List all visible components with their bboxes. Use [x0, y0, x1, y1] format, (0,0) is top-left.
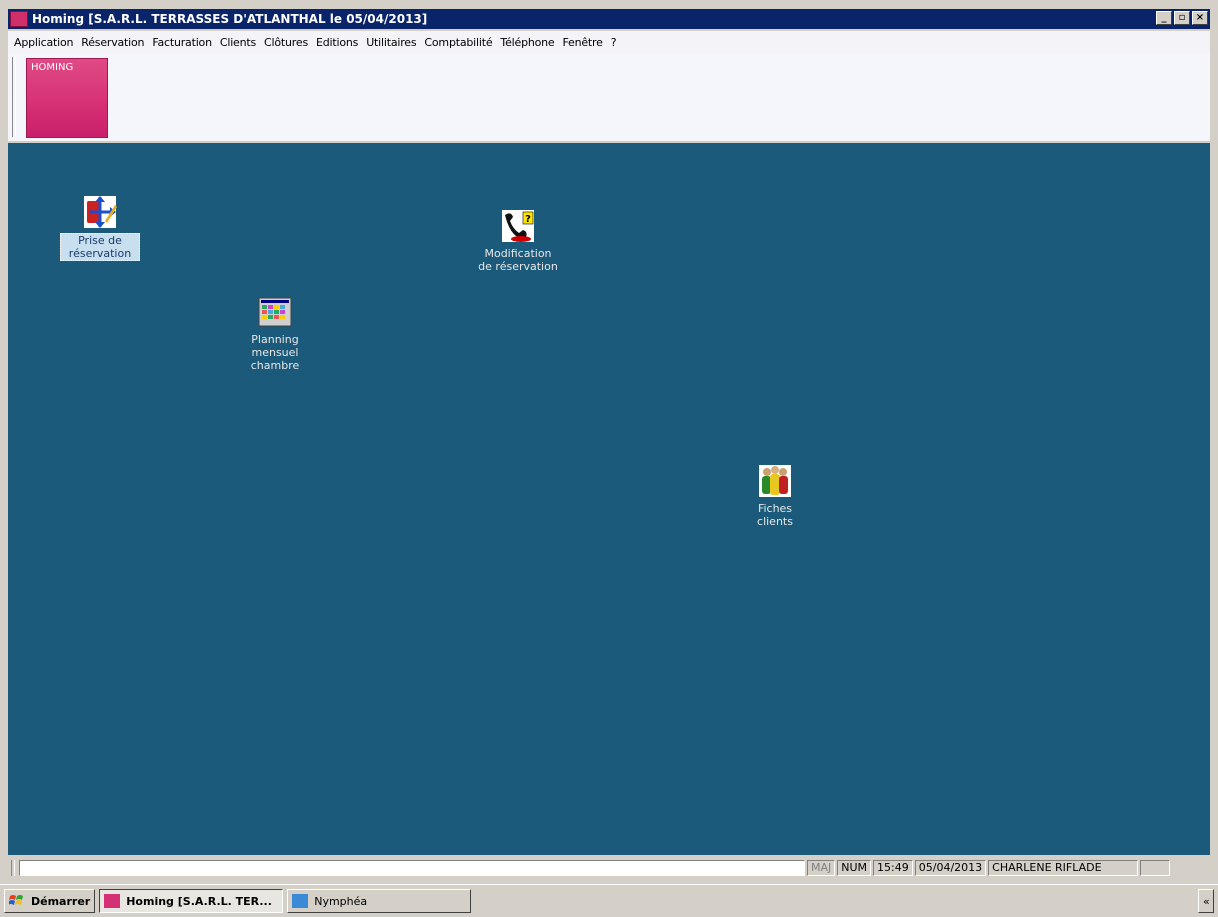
menu-application[interactable]: Application: [10, 36, 77, 49]
minimize-button[interactable]: _: [1156, 11, 1172, 25]
title-bar[interactable]: Homing [S.A.R.L. TERRASSES D'ATLANTHAL l…: [8, 9, 1210, 29]
status-date: 05/04/2013: [914, 860, 987, 876]
workspace: Prise de réservation ? Modification de r…: [8, 143, 1210, 855]
close-button[interactable]: ×: [1192, 11, 1208, 25]
menu-facturation[interactable]: Facturation: [148, 36, 216, 49]
planning-calendar-icon: [258, 297, 292, 327]
clients-label: Fiches clients: [757, 502, 793, 528]
taskbar: Démarrer Homing [S.A.R.L. TER... Nymphéa…: [0, 884, 1218, 917]
start-label: Démarrer: [31, 894, 91, 908]
status-grip: [11, 860, 15, 876]
menu-clotures[interactable]: Clôtures: [260, 36, 312, 49]
clients-people-icon: [759, 465, 791, 497]
tray-expand-label: «: [1203, 894, 1210, 908]
menu-fenetre[interactable]: Fenêtre: [559, 36, 607, 49]
status-bar: MAJ NUM 15:49 05/04/2013 CHARLENE RIFLAD…: [8, 857, 1210, 879]
menu-editions[interactable]: Editions: [312, 36, 362, 49]
app-icon: [10, 11, 28, 27]
status-extra-panel: [1140, 860, 1171, 876]
modification-label: Modification de réservation: [478, 247, 558, 273]
num-lock-indicator: NUM: [837, 860, 872, 876]
modification-reservation-shortcut[interactable]: ? Modification de réservation: [478, 209, 558, 273]
planning-mensuel-shortcut[interactable]: Planning mensuel chambre: [240, 295, 310, 372]
toolbar: HOMING: [8, 53, 1210, 142]
start-button[interactable]: Démarrer: [4, 889, 96, 913]
menu-reservation[interactable]: Réservation: [77, 36, 148, 49]
status-message-field: [19, 860, 805, 876]
reservation-icon: [84, 196, 117, 228]
window-title: Homing [S.A.R.L. TERRASSES D'ATLANTHAL l…: [32, 12, 428, 26]
task-nymphea[interactable]: Nymphéa: [287, 889, 472, 913]
prise-reservation-shortcut[interactable]: Prise de réservation: [60, 195, 140, 261]
telephone-question-icon: ?: [502, 210, 534, 242]
status-user: CHARLENE RIFLADE: [988, 860, 1139, 876]
menu-help[interactable]: ?: [607, 36, 621, 49]
status-time: 15:49: [873, 860, 913, 876]
task-nymphea-label: Nymphéa: [314, 894, 368, 908]
task-homing-label: Homing [S.A.R.L. TER...: [126, 894, 272, 908]
menu-utilitaires[interactable]: Utilitaires: [362, 36, 420, 49]
toolbar-grip[interactable]: [12, 57, 16, 137]
menu-telephone[interactable]: Téléphone: [496, 36, 558, 49]
reservation-label: Prise de réservation: [60, 233, 140, 261]
menu-bar: Application Réservation Facturation Clie…: [8, 31, 1210, 53]
restore-button[interactable]: ▫: [1174, 11, 1190, 25]
fiches-clients-shortcut[interactable]: Fiches clients: [745, 464, 805, 528]
planning-label: Planning mensuel chambre: [250, 333, 300, 372]
homing-tile-label: HOMING: [31, 62, 74, 73]
windows-logo-icon: [9, 895, 23, 905]
nymphea-task-icon: [292, 894, 309, 908]
homing-tile-button[interactable]: HOMING: [26, 58, 108, 138]
menu-clients[interactable]: Clients: [216, 36, 260, 49]
task-homing[interactable]: Homing [S.A.R.L. TER...: [99, 889, 284, 913]
caps-lock-indicator: MAJ: [807, 860, 836, 876]
homing-task-icon: [104, 894, 121, 908]
menu-comptabilite[interactable]: Comptabilité: [420, 36, 496, 49]
tray-expand-button[interactable]: «: [1198, 889, 1214, 913]
window-controls: _ ▫ ×: [1156, 11, 1208, 25]
svg-text:?: ?: [525, 214, 531, 225]
